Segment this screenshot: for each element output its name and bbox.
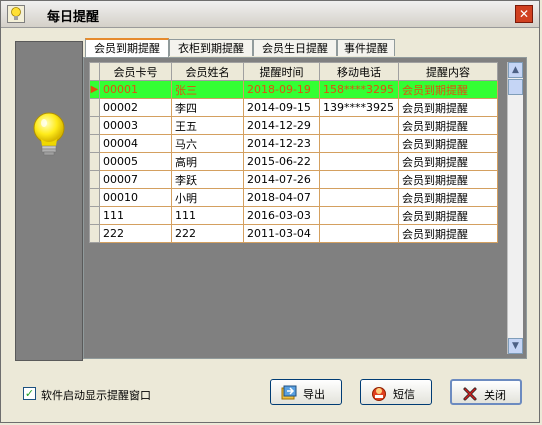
- cell-member-name[interactable]: 李跃: [171, 170, 244, 189]
- scroll-up-icon[interactable]: ▲: [508, 62, 523, 78]
- cell-reminder-date[interactable]: 2018-04-07: [243, 188, 320, 207]
- tab-member-expiry[interactable]: 会员到期提醒: [85, 38, 169, 57]
- cell-reminder-content[interactable]: 会员到期提醒: [398, 224, 498, 243]
- reminder-window: 每日提醒 ✕ 会员到期提醒 衣柜到期提醒 会员生日提醒 事件提醒 会员卡号 会员…: [0, 0, 540, 423]
- cell-card-no[interactable]: 00004: [99, 134, 172, 153]
- scroll-thumb[interactable]: [508, 79, 523, 95]
- table-row[interactable]: 00010 小明 2018-04-07 会员到期提醒: [89, 188, 498, 207]
- export-button[interactable]: 导出: [270, 379, 342, 405]
- window-title: 每日提醒: [47, 10, 100, 25]
- row-indicator[interactable]: [89, 224, 100, 243]
- cell-member-name[interactable]: 111: [171, 206, 244, 225]
- table-header-row: 会员卡号 会员姓名 提醒时间 移动电话 提醒内容: [89, 62, 498, 81]
- close-label: 关闭: [484, 389, 506, 402]
- cell-card-no[interactable]: 00002: [99, 98, 172, 117]
- header-member-name[interactable]: 会员姓名: [171, 62, 244, 81]
- cell-mobile[interactable]: 139****3925: [319, 98, 399, 117]
- cell-card-no[interactable]: 00005: [99, 152, 172, 171]
- cell-member-name[interactable]: 李四: [171, 98, 244, 117]
- tab-member-birthday[interactable]: 会员生日提醒: [253, 39, 337, 56]
- cell-member-name[interactable]: 马六: [171, 134, 244, 153]
- header-reminder-date[interactable]: 提醒时间: [243, 62, 320, 81]
- header-mobile[interactable]: 移动电话: [319, 62, 399, 81]
- cell-reminder-content[interactable]: 会员到期提醒: [398, 170, 498, 189]
- cell-member-name[interactable]: 王五: [171, 116, 244, 135]
- row-indicator[interactable]: [89, 116, 100, 135]
- window-close-button[interactable]: ✕: [515, 5, 533, 23]
- close-button[interactable]: 关闭: [450, 379, 522, 405]
- table-row[interactable]: 111 111 2016-03-03 会员到期提醒: [89, 206, 498, 225]
- close-x-icon: [463, 387, 477, 401]
- table-row[interactable]: 00003 王五 2014-12-29 会员到期提醒: [89, 116, 498, 135]
- export-label: 导出: [303, 388, 325, 401]
- cell-mobile[interactable]: [319, 188, 399, 207]
- sms-label: 短信: [393, 388, 415, 401]
- cell-reminder-content[interactable]: 会员到期提醒: [398, 80, 498, 99]
- cell-reminder-date[interactable]: 2014-09-15: [243, 98, 320, 117]
- cell-reminder-content[interactable]: 会员到期提醒: [398, 98, 498, 117]
- cell-reminder-date[interactable]: 2014-12-29: [243, 116, 320, 135]
- cell-mobile[interactable]: [319, 224, 399, 243]
- cell-card-no[interactable]: 00007: [99, 170, 172, 189]
- table-row[interactable]: 00002 李四 2014-09-15 139****3925 会员到期提醒: [89, 98, 498, 117]
- tab-locker-expiry[interactable]: 衣柜到期提醒: [169, 39, 253, 56]
- cell-member-name[interactable]: 张三: [171, 80, 244, 99]
- startup-checkbox[interactable]: ✓: [23, 387, 36, 400]
- cell-reminder-date[interactable]: 2014-12-23: [243, 134, 320, 153]
- cell-reminder-date[interactable]: 2011-03-04: [243, 224, 320, 243]
- row-indicator[interactable]: [89, 134, 100, 153]
- cell-card-no[interactable]: 111: [99, 206, 172, 225]
- reminder-grid[interactable]: 会员卡号 会员姓名 提醒时间 移动电话 提醒内容 ▶ 00001 张三 2018-09…: [89, 62, 507, 354]
- cell-card-no[interactable]: 00001: [99, 80, 172, 99]
- cell-mobile[interactable]: [319, 134, 399, 153]
- vertical-scrollbar[interactable]: ▲ ▼: [507, 62, 523, 354]
- title-bar[interactable]: 每日提醒 ✕: [1, 1, 539, 28]
- cell-reminder-content[interactable]: 会员到期提醒: [398, 206, 498, 225]
- tab-event-reminder[interactable]: 事件提醒: [337, 39, 395, 56]
- cell-reminder-date[interactable]: 2016-03-03: [243, 206, 320, 225]
- row-indicator[interactable]: [89, 170, 100, 189]
- cell-mobile[interactable]: [319, 152, 399, 171]
- cell-reminder-date[interactable]: 2015-06-22: [243, 152, 320, 171]
- cell-reminder-content[interactable]: 会员到期提醒: [398, 188, 498, 207]
- lightbulb-icon: [33, 112, 65, 156]
- cell-member-name[interactable]: 小明: [171, 188, 244, 207]
- table-row[interactable]: 00007 李跃 2014-07-26 会员到期提醒: [89, 170, 498, 189]
- header-card-no[interactable]: 会员卡号: [99, 62, 172, 81]
- cell-card-no[interactable]: 00003: [99, 116, 172, 135]
- cell-card-no[interactable]: 00010: [99, 188, 172, 207]
- cell-member-name[interactable]: 高明: [171, 152, 244, 171]
- row-indicator[interactable]: ▶: [89, 80, 100, 99]
- scroll-down-icon[interactable]: ▼: [508, 338, 523, 354]
- cell-reminder-content[interactable]: 会员到期提醒: [398, 152, 498, 171]
- table-row[interactable]: 00005 高明 2015-06-22 会员到期提醒: [89, 152, 498, 171]
- header-indicator: [89, 62, 100, 81]
- row-indicator[interactable]: [89, 152, 100, 171]
- header-reminder-content[interactable]: 提醒内容: [398, 62, 498, 81]
- cell-mobile[interactable]: [319, 116, 399, 135]
- startup-checkbox-label[interactable]: 软件启动显示提醒窗口: [41, 387, 151, 403]
- row-indicator[interactable]: [89, 188, 100, 207]
- cell-reminder-content[interactable]: 会员到期提醒: [398, 134, 498, 153]
- reminder-table: 会员卡号 会员姓名 提醒时间 移动电话 提醒内容 ▶ 00001 张三 2018-09…: [89, 62, 498, 243]
- row-indicator[interactable]: [89, 98, 100, 117]
- sms-icon: [372, 387, 386, 401]
- sms-button[interactable]: 短信: [360, 379, 432, 405]
- cell-mobile[interactable]: 158****3295: [319, 80, 399, 99]
- cell-member-name[interactable]: 222: [171, 224, 244, 243]
- table-row[interactable]: 222 222 2011-03-04 会员到期提醒: [89, 224, 498, 243]
- cell-card-no[interactable]: 222: [99, 224, 172, 243]
- table-row[interactable]: ▶ 00001 张三 2018-09-19 158****3295 会员到期提醒: [89, 80, 498, 99]
- cell-reminder-content[interactable]: 会员到期提醒: [398, 116, 498, 135]
- row-indicator[interactable]: [89, 206, 100, 225]
- cell-mobile[interactable]: [319, 170, 399, 189]
- cell-mobile[interactable]: [319, 206, 399, 225]
- export-icon: [281, 385, 297, 400]
- cell-reminder-date[interactable]: 2014-07-26: [243, 170, 320, 189]
- lightbulb-icon: [7, 5, 25, 23]
- sidebar-panel: [15, 41, 83, 361]
- cell-reminder-date[interactable]: 2018-09-19: [243, 80, 320, 99]
- table-row[interactable]: 00004 马六 2014-12-23 会员到期提醒: [89, 134, 498, 153]
